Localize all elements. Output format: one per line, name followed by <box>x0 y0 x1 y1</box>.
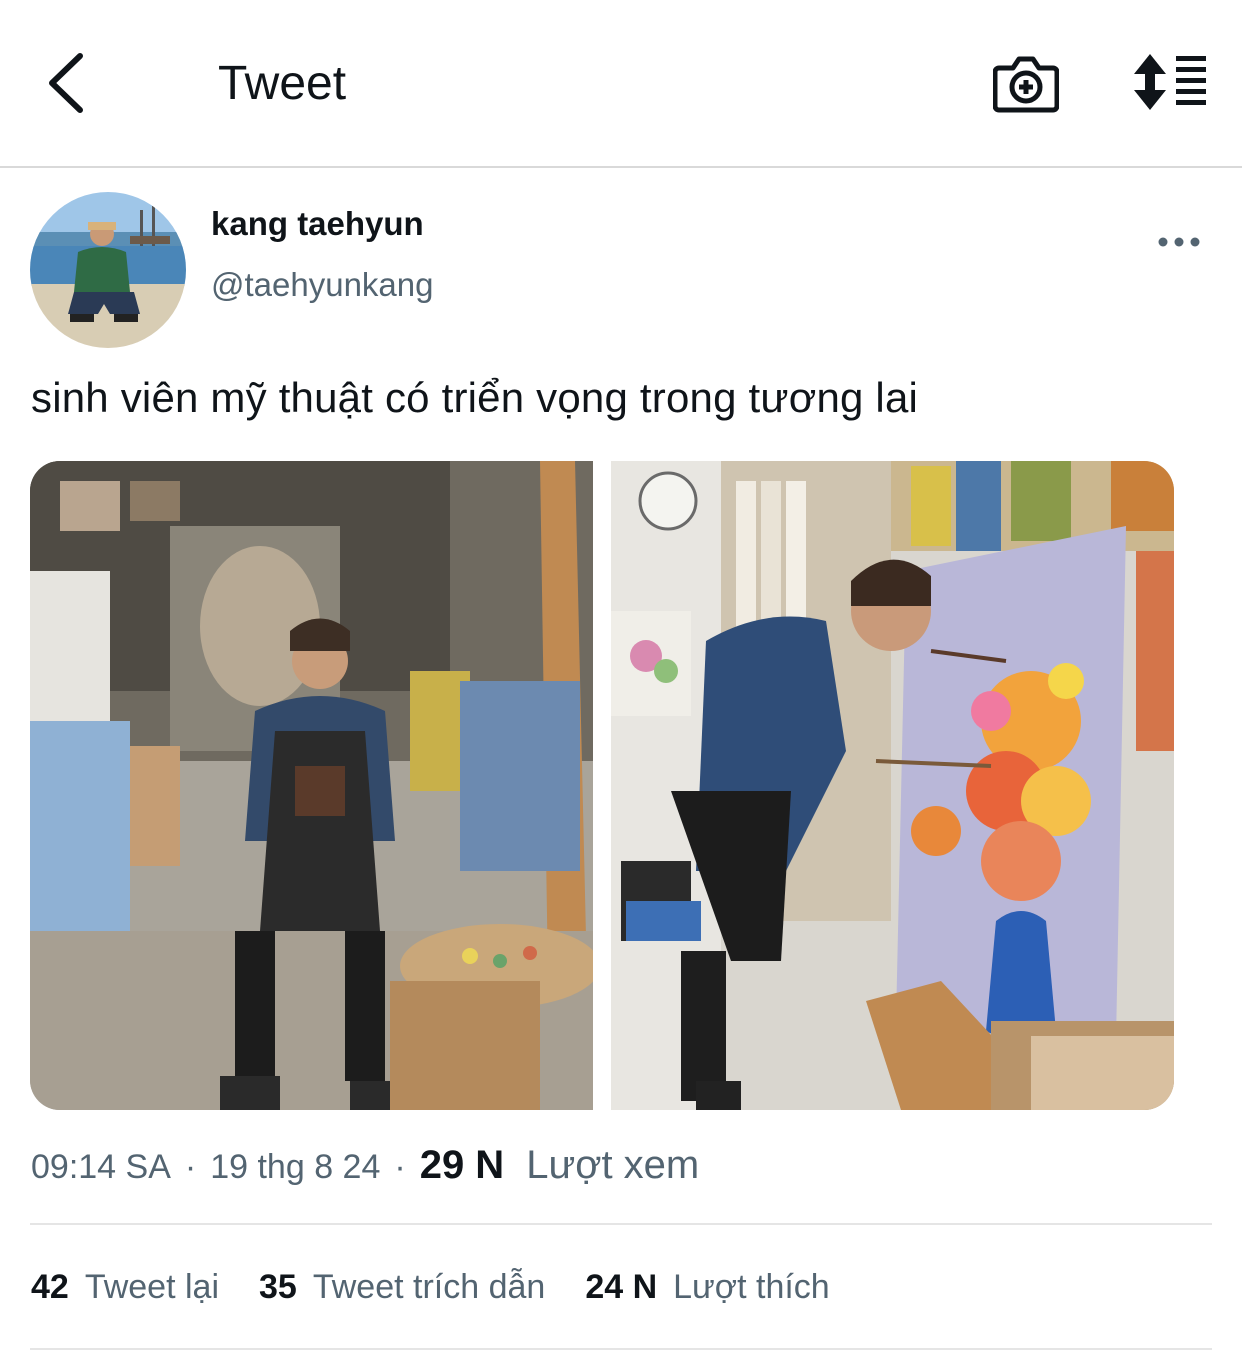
divider <box>30 1223 1212 1225</box>
back-button[interactable] <box>40 50 96 116</box>
sort-list-icon <box>1134 54 1206 110</box>
chevron-left-icon <box>49 53 83 113</box>
likes-count: 24 N <box>585 1268 658 1306</box>
tweet-date: 19 thg 8 24 <box>210 1148 381 1186</box>
avatar[interactable] <box>30 192 186 348</box>
tweet-text: sinh viên mỹ thuật có triển vọng trong t… <box>31 374 919 421</box>
tweet-photo-1[interactable] <box>30 461 593 1110</box>
views-label: Lượt xem <box>526 1143 700 1187</box>
more-options-button[interactable] <box>1155 226 1203 258</box>
meta-separator: · <box>184 1148 197 1186</box>
camera-add-button[interactable] <box>992 52 1060 114</box>
quotes-count: 35 <box>259 1268 297 1306</box>
tweet-meta: 09:14 SA · 19 thg 8 24 · 29 N Lượt xem <box>31 1143 699 1191</box>
likes-stat[interactable]: 24 N Lượt thích <box>585 1268 829 1307</box>
likes-label: Lượt thích <box>673 1268 830 1306</box>
quotes-stat[interactable]: 35 Tweet trích dẫn <box>259 1268 545 1307</box>
retweets-count: 42 <box>31 1268 69 1306</box>
page-title: Tweet <box>218 57 347 110</box>
views-count: 29 N <box>419 1143 505 1187</box>
tweet-detail-page: Tweet kang taehyun @taehyunkang sinh viê… <box>0 0 1242 1351</box>
engagement-stats: 42 Tweet lại 35 Tweet trích dẫn 24 N Lượ… <box>31 1268 870 1307</box>
meta-separator: · <box>394 1148 406 1186</box>
author-display-name[interactable]: kang taehyun <box>211 205 424 243</box>
top-bar: Tweet <box>0 0 1242 168</box>
camera-add-icon <box>992 56 1060 113</box>
retweets-stat[interactable]: 42 Tweet lại <box>31 1268 219 1307</box>
quotes-label: Tweet trích dẫn <box>312 1268 546 1306</box>
photo-art-studio-painting <box>611 461 1174 1110</box>
tweet-time: 09:14 SA <box>31 1148 171 1186</box>
tweet-photo-2[interactable] <box>611 461 1174 1110</box>
retweets-label: Tweet lại <box>84 1268 220 1306</box>
author-handle[interactable]: @taehyunkang <box>211 266 434 304</box>
more-horizontal-icon <box>1158 237 1200 247</box>
tweet-media-grid <box>30 461 1174 1110</box>
avatar-photo <box>30 192 186 348</box>
sort-menu-button[interactable] <box>1130 52 1210 112</box>
divider <box>30 1348 1212 1350</box>
photo-art-studio-seated <box>30 461 593 1110</box>
